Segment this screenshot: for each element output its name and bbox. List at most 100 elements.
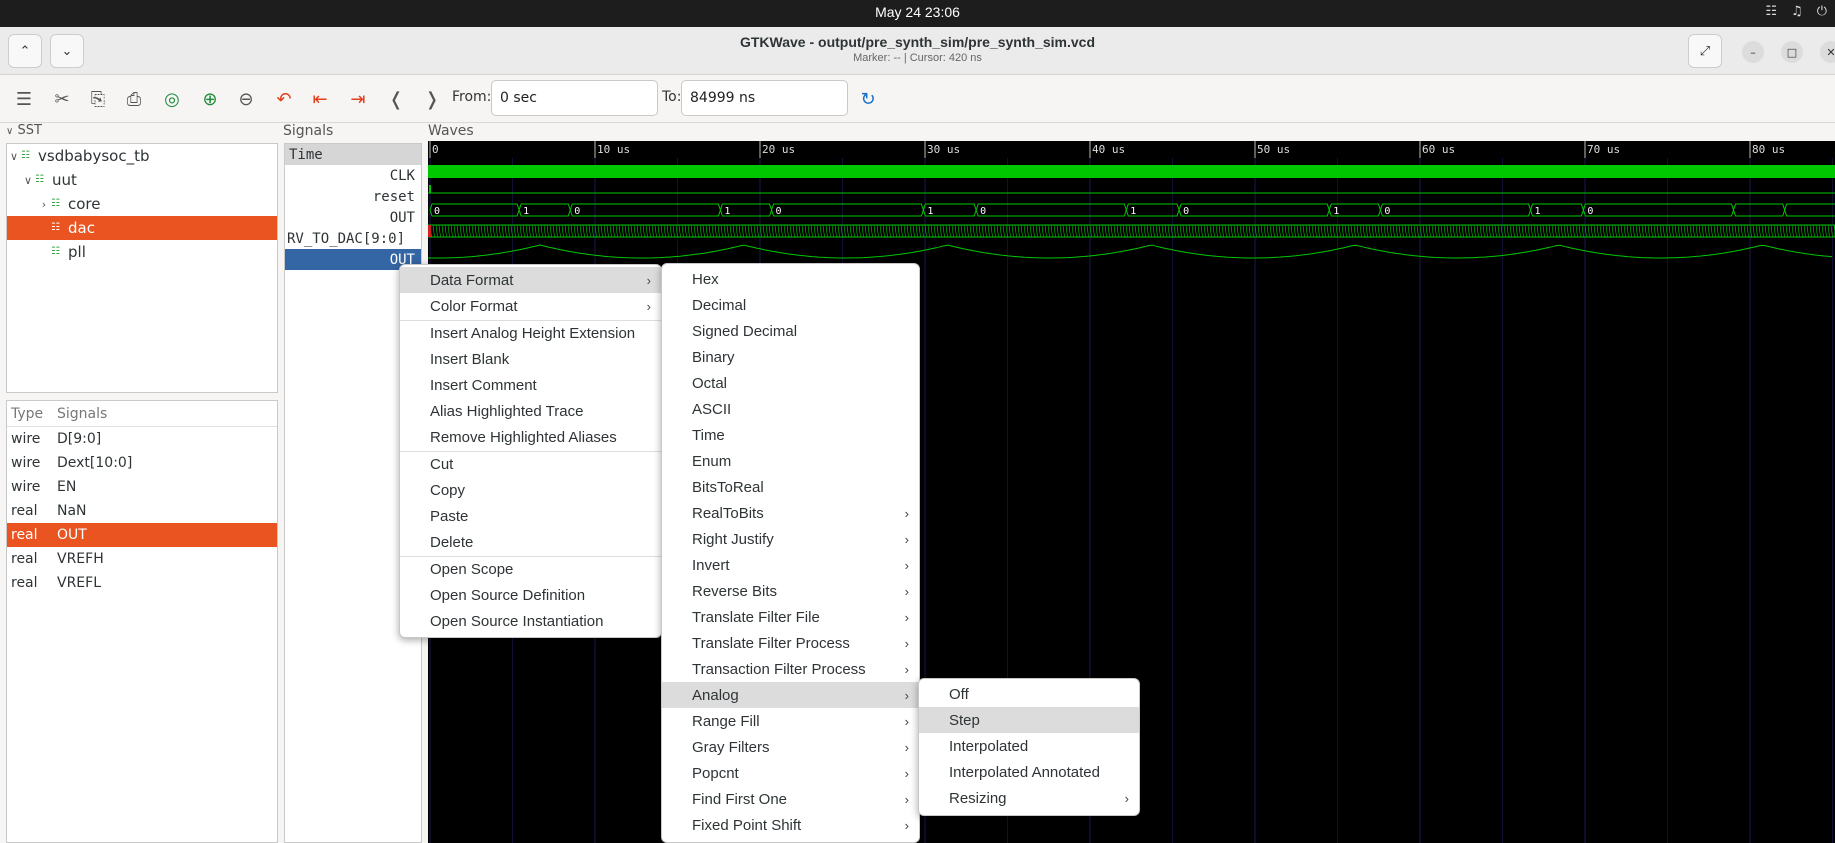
- undo-zoom-icon[interactable]: ↶: [270, 85, 298, 113]
- menu-item-color-format[interactable]: Color Format ›: [400, 293, 661, 319]
- trace-out[interactable]: OUT: [285, 207, 421, 228]
- menu-item-paste[interactable]: Paste: [400, 503, 661, 529]
- trace-clk[interactable]: CLK: [285, 165, 421, 186]
- system-tray[interactable]: ☷ ♫ ⏻: [1765, 4, 1827, 19]
- menu-item-step[interactable]: Step: [919, 707, 1139, 733]
- zoom-to-start-icon[interactable]: ⇤: [306, 85, 334, 113]
- menu-item-interpolated[interactable]: Interpolated: [919, 733, 1139, 759]
- menu-item-delete[interactable]: Delete: [400, 529, 661, 555]
- rv-to-dac-transition: [852, 224, 855, 238]
- rv-to-dac-transition: [1326, 224, 1329, 238]
- signal-row[interactable]: real NaN: [7, 499, 277, 523]
- rv-to-dac-transition: [1272, 224, 1275, 238]
- menu-item-insert-analog-height-extension[interactable]: Insert Analog Height Extension: [400, 320, 661, 346]
- from-time-input[interactable]: [491, 80, 658, 116]
- rv-to-dac-transition: [1764, 224, 1767, 238]
- submenu-arrow-icon: ›: [904, 557, 909, 573]
- paste-icon[interactable]: ⎙: [120, 85, 148, 113]
- copy-icon[interactable]: ⎘: [84, 85, 112, 113]
- expander-closed-icon[interactable]: ›: [37, 198, 51, 211]
- menu-item-off[interactable]: Off: [919, 681, 1139, 707]
- signal-row[interactable]: wire EN: [7, 475, 277, 499]
- signal-row[interactable]: real VREFH: [7, 547, 277, 571]
- menu-item-interpolated-annotated[interactable]: Interpolated Annotated: [919, 759, 1139, 785]
- hamburger-menu-icon[interactable]: ☰: [10, 85, 38, 113]
- menu-item-find-first-one[interactable]: Find First One ›: [662, 786, 919, 812]
- menu-item-ascii[interactable]: ASCII: [662, 396, 919, 422]
- to-time-input[interactable]: [681, 80, 848, 116]
- tree-item-dac[interactable]: ☷ dac: [7, 216, 277, 240]
- tree-item-uut[interactable]: ∨ ☷ uut: [7, 168, 277, 192]
- zoom-to-end-icon[interactable]: ⇥: [344, 85, 372, 113]
- type-column-header[interactable]: Type: [7, 406, 53, 422]
- menu-item-realtobits[interactable]: RealToBits ›: [662, 500, 919, 526]
- menu-item-gray-filters[interactable]: Gray Filters ›: [662, 734, 919, 760]
- tree-item-core[interactable]: › ☷ core: [7, 192, 277, 216]
- menu-item-hex[interactable]: Hex: [662, 266, 919, 292]
- menu-item-data-format[interactable]: Data Format ›: [400, 267, 661, 293]
- system-clock[interactable]: May 24 23:06: [0, 4, 1835, 20]
- menu-item-right-justify[interactable]: Right Justify ›: [662, 526, 919, 552]
- time-row[interactable]: Time: [285, 144, 421, 165]
- expander-open-icon[interactable]: ∨: [21, 174, 35, 187]
- menu-item-cut[interactable]: Cut: [400, 451, 661, 477]
- maximize-button[interactable]: □: [1781, 41, 1803, 63]
- next-edge-icon[interactable]: ❭: [418, 85, 446, 113]
- menu-item-fixed-point-shift[interactable]: Fixed Point Shift ›: [662, 812, 919, 838]
- menu-item-binary[interactable]: Binary: [662, 344, 919, 370]
- reload-icon[interactable]: ↻: [854, 85, 882, 113]
- menu-item-translate-filter-process[interactable]: Translate Filter Process ›: [662, 630, 919, 656]
- menu-item-popcnt[interactable]: Popcnt ›: [662, 760, 919, 786]
- rv-to-dac-transition: [957, 224, 960, 238]
- zoom-in-icon[interactable]: ⊕: [196, 85, 224, 113]
- signal-row[interactable]: wire D[9:0]: [7, 427, 277, 451]
- close-button[interactable]: ✕: [1820, 41, 1835, 63]
- zoom-out-icon[interactable]: ⊖: [232, 85, 260, 113]
- menu-item-remove-highlighted-aliases[interactable]: Remove Highlighted Aliases: [400, 424, 661, 450]
- menu-item-analog[interactable]: Analog ›: [662, 682, 919, 708]
- menu-item-range-fill[interactable]: Range Fill ›: [662, 708, 919, 734]
- signal-row-selected[interactable]: real OUT: [7, 523, 277, 547]
- trace-rv-to-dac[interactable]: RV_TO_DAC[9:0]: [285, 228, 421, 249]
- tree-item-pll[interactable]: ☷ pll: [7, 240, 277, 264]
- previous-edge-icon[interactable]: ❬: [382, 85, 410, 113]
- rv-to-dac-transition: [1455, 224, 1458, 238]
- menu-item-signed-decimal[interactable]: Signed Decimal: [662, 318, 919, 344]
- tree-item-vsdbabysoc-tb[interactable]: ∨ ☷ vsdbabysoc_tb: [7, 144, 277, 168]
- menu-item-time[interactable]: Time: [662, 422, 919, 448]
- signal-row[interactable]: real VREFL: [7, 571, 277, 595]
- menu-item-open-source-instantiation[interactable]: Open Source Instantiation: [400, 608, 661, 634]
- rv-to-dac-transition: [777, 224, 780, 238]
- trace-reset[interactable]: reset: [285, 186, 421, 207]
- menu-item-insert-blank[interactable]: Insert Blank: [400, 346, 661, 372]
- minimize-button[interactable]: –: [1742, 41, 1764, 63]
- menu-item-insert-comment[interactable]: Insert Comment: [400, 372, 661, 398]
- menu-item-resizing[interactable]: Resizing ›: [919, 785, 1139, 811]
- expander-open-icon[interactable]: ∨: [7, 150, 21, 163]
- menu-item-bitstoreal[interactable]: BitsToReal: [662, 474, 919, 500]
- sst-header[interactable]: ∨ SST: [6, 123, 42, 138]
- menu-item-open-scope[interactable]: Open Scope: [400, 556, 661, 582]
- rv-to-dac-transition: [507, 224, 510, 238]
- rv-to-dac-transition: [1548, 224, 1551, 238]
- menu-item-reverse-bits[interactable]: Reverse Bits ›: [662, 578, 919, 604]
- menu-item-invert[interactable]: Invert ›: [662, 552, 919, 578]
- menu-item-enum[interactable]: Enum: [662, 448, 919, 474]
- power-icon[interactable]: ⏻: [1817, 4, 1827, 19]
- menu-item-octal[interactable]: Octal: [662, 370, 919, 396]
- menu-item-transaction-filter-process[interactable]: Transaction Filter Process ›: [662, 656, 919, 682]
- menu-item-alias-highlighted-trace[interactable]: Alias Highlighted Trace: [400, 398, 661, 424]
- menu-item-translate-filter-file[interactable]: Translate Filter File ›: [662, 604, 919, 630]
- fullscreen-icon: ⤢: [1699, 43, 1711, 59]
- zoom-fit-icon[interactable]: ◎: [158, 85, 186, 113]
- menu-item-copy[interactable]: Copy: [400, 477, 661, 503]
- signal-row[interactable]: wire Dext[10:0]: [7, 451, 277, 475]
- network-icon[interactable]: ☷: [1765, 4, 1777, 19]
- signals-column-header[interactable]: Signals: [53, 406, 107, 422]
- fullscreen-button[interactable]: ⤢: [1688, 34, 1722, 68]
- menu-item-open-source-definition[interactable]: Open Source Definition: [400, 582, 661, 608]
- menu-item-decimal[interactable]: Decimal: [662, 292, 919, 318]
- cut-icon[interactable]: ✂: [48, 85, 76, 113]
- rv-to-dac-transition: [1776, 224, 1779, 238]
- volume-icon[interactable]: ♫: [1791, 4, 1803, 19]
